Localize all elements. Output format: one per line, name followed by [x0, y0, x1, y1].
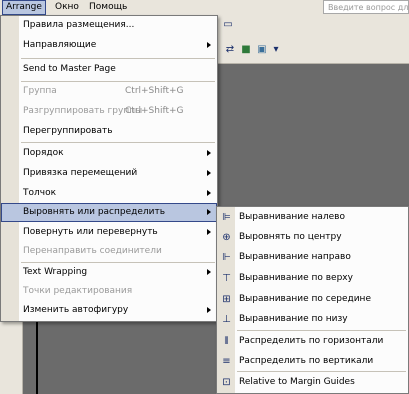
- submenu-arrow-icon: [207, 209, 211, 215]
- menu-arrange[interactable]: Arrange: [2, 0, 46, 15]
- submenu-item-distribute-horizontal[interactable]: ⫴ Распределить по горизонтали: [217, 332, 408, 351]
- menu-item-nudge[interactable]: Толчок: [1, 184, 217, 203]
- submenu-item-align-bottom[interactable]: ⊥ Выравнивание по низу: [217, 310, 408, 329]
- submenu-item-align-right[interactable]: ⊩ Выравнивание направо: [217, 248, 408, 267]
- menu-separator: [237, 330, 406, 331]
- menu-item-label: Перегруппировать: [23, 126, 113, 136]
- menu-item-rotate-flip[interactable]: Повернуть или перевернуть: [1, 223, 217, 242]
- menu-item-align-distribute[interactable]: Выровнять или распределить: [1, 203, 217, 222]
- menu-item-label: Порядок: [23, 148, 64, 158]
- align-bottom-icon: ⊥: [222, 314, 231, 325]
- menu-item-label: Перенаправить соединители: [23, 246, 162, 256]
- text-box-icon[interactable]: ▭: [222, 19, 234, 31]
- align-center-icon: ⊕: [222, 232, 231, 243]
- menu-item-label: Send to Master Page: [23, 64, 116, 74]
- menu-item-regroup[interactable]: Перегруппировать: [1, 122, 217, 141]
- menu-item-edit-points[interactable]: Точки редактирования: [1, 282, 217, 301]
- menu-item-label: Точки редактирования: [23, 286, 133, 296]
- menu-item-label: Выровнять или распределить: [23, 207, 166, 217]
- submenu-item-align-left[interactable]: ⊫ Выравнивание налево: [217, 208, 408, 227]
- submenu-item-label: Выравнивание по середине: [239, 294, 371, 304]
- menu-item-ungroup[interactable]: Разгруппировать группы Ctrl+Shift+G: [1, 102, 217, 121]
- menu-item-label: Изменить автофигуру: [23, 305, 129, 315]
- submenu-arrow-icon: [207, 42, 211, 48]
- distribute-vertical-icon: ≡: [222, 356, 231, 367]
- menu-item-label: Text Wrapping: [23, 267, 88, 277]
- margin-guides-icon: ⊡: [222, 377, 231, 388]
- align-right-icon: ⊩: [222, 252, 231, 263]
- submenu-item-align-middle[interactable]: ⊞ Выравнивание по середине: [217, 290, 408, 309]
- menu-item-label: Повернуть или перевернуть: [23, 227, 158, 237]
- menu-window[interactable]: Окно: [52, 1, 82, 14]
- submenu-arrow-icon: [207, 307, 211, 313]
- submenu-item-label: Распределить по вертикали: [239, 356, 374, 366]
- arrange-menu: Правила размещения... Направляющие Send …: [0, 15, 218, 322]
- shape-fill-icon[interactable]: ■: [240, 44, 252, 56]
- menu-separator: [21, 58, 215, 59]
- menu-item-snap[interactable]: Привязка перемещений: [1, 164, 217, 183]
- align-left-icon: ⊫: [222, 212, 231, 223]
- align-middle-icon: ⊞: [222, 294, 231, 305]
- menu-item-layout-guides[interactable]: Правила размещения...: [1, 16, 217, 35]
- menu-item-group[interactable]: Группа Ctrl+Shift+G: [1, 82, 217, 101]
- align-top-icon: ⊤: [222, 273, 231, 284]
- submenu-arrow-icon: [207, 170, 211, 176]
- submenu-item-label: Выравнивание налево: [239, 212, 345, 222]
- submenu-arrow-icon: [207, 190, 211, 196]
- menu-separator: [21, 142, 215, 143]
- menu-item-reroute-connectors[interactable]: Перенаправить соединители: [1, 242, 217, 261]
- menu-item-change-autoshape[interactable]: Изменить автофигуру: [1, 301, 217, 320]
- submenu-item-label: Выравнивание по верху: [239, 273, 353, 283]
- submenu-item-align-top[interactable]: ⊤ Выравнивание по верху: [217, 269, 408, 288]
- menu-separator: [237, 371, 406, 372]
- submenu-arrow-icon: [207, 269, 211, 275]
- menu-bar: Arrange Окно Помощь Введите вопрос для: [0, 0, 409, 16]
- help-search-input[interactable]: Введите вопрос для: [323, 0, 409, 14]
- submenu-item-label: Выравнивание направо: [239, 252, 351, 262]
- lock-icon[interactable]: ▣: [256, 44, 268, 56]
- dropdown-arrow-icon[interactable]: ▾: [270, 44, 282, 56]
- align-distribute-submenu: ⊫ Выравнивание налево ⊕ Выровнять по цен…: [216, 206, 409, 394]
- menu-item-label: Группа: [23, 86, 57, 96]
- menu-item-order[interactable]: Порядок: [1, 144, 217, 163]
- submenu-item-label: Распределить по горизонтали: [239, 336, 384, 346]
- menu-item-shortcut: Ctrl+Shift+G: [125, 106, 184, 116]
- menu-item-guides[interactable]: Направляющие: [1, 36, 217, 55]
- menu-item-text-wrapping[interactable]: Text Wrapping: [1, 263, 217, 282]
- submenu-arrow-icon: [207, 150, 211, 156]
- submenu-arrow-icon: [207, 229, 211, 235]
- menu-item-shortcut: Ctrl+Shift+G: [125, 86, 184, 96]
- menu-item-label: Привязка перемещений: [23, 168, 138, 178]
- menu-item-label: Направляющие: [23, 40, 97, 50]
- submenu-item-relative-margin-guides[interactable]: ⊡ Relative to Margin Guides: [217, 373, 408, 392]
- submenu-item-label: Relative to Margin Guides: [239, 377, 355, 387]
- submenu-item-label: Выровнять по центру: [239, 232, 342, 242]
- submenu-item-distribute-vertical[interactable]: ≡ Распределить по вертикали: [217, 352, 408, 371]
- submenu-item-align-center[interactable]: ⊕ Выровнять по центру: [217, 228, 408, 247]
- menu-item-label: Толчок: [23, 188, 57, 198]
- menu-item-send-to-master[interactable]: Send to Master Page: [1, 60, 217, 79]
- menu-item-label: Правила размещения...: [23, 20, 135, 30]
- menu-help[interactable]: Помощь: [86, 1, 130, 14]
- distribute-horizontal-icon: ⫴: [224, 336, 229, 347]
- swap-arrows-icon[interactable]: ⇄: [224, 44, 236, 56]
- submenu-item-label: Выравнивание по низу: [239, 314, 348, 324]
